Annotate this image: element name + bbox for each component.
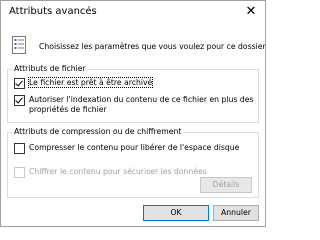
compression-encryption-group: Attributs de compression ou de chiffreme…: [7, 127, 259, 198]
archive-checkbox[interactable]: [14, 78, 25, 89]
indexing-checkbox-label[interactable]: Autoriser l'indexation du contenu de ce …: [29, 95, 254, 115]
ok-button[interactable]: OK: [143, 205, 209, 221]
compress-checkbox-row[interactable]: Compresser le contenu pour libérer de l'…: [14, 143, 254, 165]
file-attributes-legend: Attributs de fichier: [12, 64, 88, 73]
cancel-button[interactable]: Annuler: [213, 205, 259, 221]
close-icon[interactable]: ✕: [241, 2, 261, 22]
archive-checkbox-row[interactable]: Le fichier est prêt à être archivé: [14, 77, 254, 90]
compress-checkbox-label[interactable]: Compresser le contenu pour libérer de l'…: [29, 143, 254, 153]
indexing-checkbox[interactable]: [14, 95, 25, 106]
file-attributes-group: Attributs de fichier Le fichier est prêt…: [7, 64, 259, 123]
header-description: Choisissez les paramètres que vous voule…: [39, 42, 266, 51]
encrypt-checkbox-label: Chiffrer le contenu pour sécuriser les d…: [29, 167, 207, 176]
compress-checkbox[interactable]: [14, 143, 25, 154]
title-bar[interactable]: Attributs avancés ✕: [1, 1, 265, 23]
compression-encryption-legend: Attributs de compression ou de chiffreme…: [12, 127, 184, 136]
details-button: Détails: [200, 177, 252, 193]
advanced-attributes-dialog: Attributs avancés ✕ Choisissez les param…: [0, 0, 266, 227]
archive-checkbox-label[interactable]: Le fichier est prêt à être archivé: [27, 77, 254, 88]
indexing-checkbox-row[interactable]: Autoriser l'indexation du contenu de ce …: [14, 95, 254, 117]
encrypt-checkbox: [14, 167, 25, 178]
window-title: Attributs avancés: [9, 6, 97, 17]
settings-list-icon: [12, 36, 26, 54]
header-row: Choisissez les paramètres que vous voule…: [11, 35, 265, 55]
